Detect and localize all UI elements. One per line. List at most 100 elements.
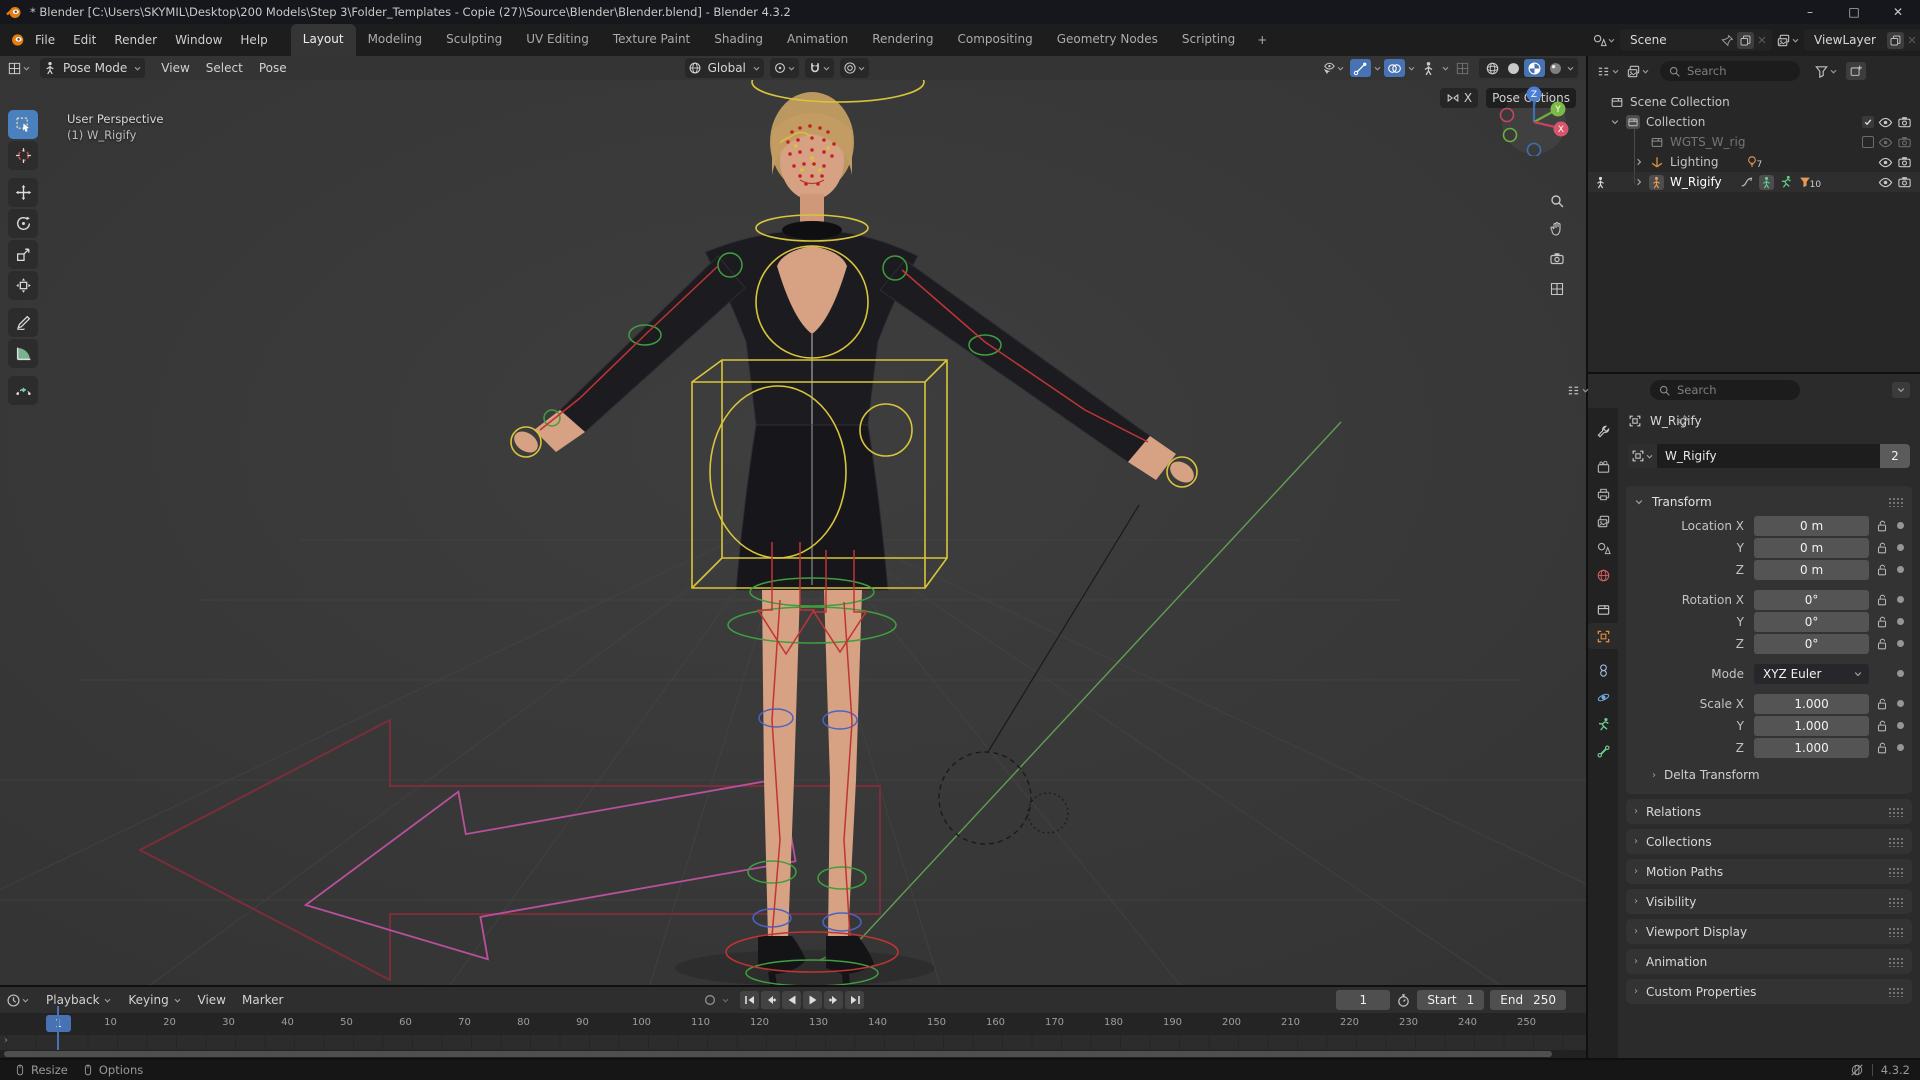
workspace-tab[interactable]: Animation xyxy=(775,24,860,56)
viewlayer-selector[interactable]: ViewLayer xyxy=(1804,29,1920,51)
drag-handle[interactable] xyxy=(1888,896,1904,907)
add-workspace-button[interactable]: + xyxy=(1247,33,1277,47)
shading-dropdown[interactable] xyxy=(1566,64,1575,73)
menu-file[interactable]: File xyxy=(26,24,64,56)
frame-start-field[interactable]: Start 1 xyxy=(1417,990,1485,1010)
menu-help[interactable]: Help xyxy=(231,24,276,56)
workspace-tab[interactable]: Texture Paint xyxy=(601,24,702,56)
outliner-filter-button[interactable] xyxy=(1814,64,1838,79)
collection-checkbox[interactable] xyxy=(1862,116,1874,128)
workspace-tab[interactable]: Rendering xyxy=(860,24,945,56)
tab-view-layer[interactable] xyxy=(1588,508,1618,534)
jump-to-end-button[interactable] xyxy=(845,991,864,1009)
new-viewlayer-icon[interactable] xyxy=(1887,31,1904,49)
animate-dot[interactable] xyxy=(1897,744,1904,751)
animate-dot[interactable] xyxy=(1897,640,1904,647)
play-reverse-button[interactable] xyxy=(782,991,801,1009)
object-name-field[interactable]: W_Rigify xyxy=(1657,444,1880,468)
outliner-display-mode[interactable] xyxy=(1596,64,1620,79)
tool-rotate[interactable] xyxy=(8,209,38,238)
remove-viewlayer-icon[interactable] xyxy=(1906,34,1918,46)
tool-cursor[interactable] xyxy=(8,141,38,170)
playhead-line[interactable] xyxy=(57,1006,59,1050)
tab-world[interactable] xyxy=(1588,562,1618,588)
value-field[interactable]: 1.000 xyxy=(1754,715,1870,736)
value-field[interactable]: 0 m xyxy=(1754,537,1870,558)
jump-to-start-button[interactable] xyxy=(740,991,759,1009)
snapping[interactable] xyxy=(804,58,834,78)
hide-eye-icon[interactable] xyxy=(1878,135,1893,150)
outliner-row-collection[interactable]: Collection xyxy=(1588,112,1920,132)
animate-dot[interactable] xyxy=(1897,596,1904,603)
drag-handle[interactable] xyxy=(1888,497,1904,507)
shading-solid-button[interactable] xyxy=(1503,59,1524,77)
keying-dropdown[interactable] xyxy=(721,996,730,1005)
object-visibility-button[interactable] xyxy=(1318,59,1348,77)
pan-view-icon[interactable] xyxy=(1546,218,1568,240)
new-scene-icon[interactable] xyxy=(1737,31,1754,49)
value-field[interactable]: 1.000 xyxy=(1754,737,1870,758)
outliner-search[interactable] xyxy=(1660,61,1800,81)
value-field[interactable]: 0 m xyxy=(1754,515,1870,536)
drag-handle[interactable] xyxy=(1888,926,1904,937)
pin-icon[interactable] xyxy=(1676,414,1690,428)
drag-handle[interactable] xyxy=(1888,986,1904,997)
lock-icon[interactable] xyxy=(1875,697,1889,711)
collapsed-panel[interactable]: › Collections xyxy=(1626,829,1912,854)
outliner-row-wgts[interactable]: WGTS_W_rig xyxy=(1588,132,1920,152)
tool-annotate[interactable] xyxy=(8,308,38,337)
value-field[interactable]: 0 m xyxy=(1754,559,1870,580)
tab-physics[interactable] xyxy=(1588,684,1618,710)
drag-handle[interactable] xyxy=(1888,956,1904,967)
auto-keying-toggle[interactable] xyxy=(700,991,719,1009)
animate-dot[interactable] xyxy=(1897,670,1904,677)
use-preview-range-icon[interactable] xyxy=(1396,993,1411,1008)
scene-type-icon[interactable] xyxy=(1592,33,1616,48)
drag-handle[interactable] xyxy=(1888,866,1904,877)
expand-icon[interactable] xyxy=(1634,157,1644,167)
workspace-tab[interactable]: UV Editing xyxy=(514,24,601,56)
workspace-tab[interactable]: Scripting xyxy=(1170,24,1247,56)
render-camera-icon[interactable] xyxy=(1897,175,1912,190)
tool-measure[interactable] xyxy=(8,339,38,368)
tab-collection[interactable] xyxy=(1588,596,1618,622)
transform-panel-header[interactable]: Transform xyxy=(1626,490,1912,514)
menu-marker[interactable]: Marker xyxy=(234,993,291,1007)
x-axis-mirror-toggle[interactable]: X xyxy=(1439,88,1479,108)
hide-eye-icon[interactable] xyxy=(1878,175,1893,190)
pin-icon[interactable] xyxy=(1721,34,1734,47)
lock-icon[interactable] xyxy=(1875,615,1889,629)
prev-keyframe-button[interactable] xyxy=(761,991,780,1009)
frame-end-field[interactable]: End 250 xyxy=(1490,990,1566,1010)
animate-dot[interactable] xyxy=(1897,544,1904,551)
menu-select[interactable]: Select xyxy=(198,61,251,75)
shading-material-button[interactable] xyxy=(1524,59,1545,77)
scene-selector[interactable]: Scene xyxy=(1620,29,1772,51)
delta-transform-panel[interactable]: › Delta Transform xyxy=(1626,764,1912,786)
mode-selector[interactable]: Pose Mode xyxy=(40,58,146,78)
value-field[interactable]: 0° xyxy=(1754,611,1870,632)
gizmo-dropdown[interactable] xyxy=(1373,64,1382,73)
menu-keying[interactable]: Keying xyxy=(120,993,189,1007)
outliner-row-wrigify[interactable]: W_Rigify 10 xyxy=(1588,172,1920,192)
menu-render[interactable]: Render xyxy=(105,24,166,56)
zoom-view-icon[interactable] xyxy=(1546,190,1568,212)
timeline-ruler[interactable]: 10 20 30 40 50 60 70 80 90 100 110 120 130 140 150 160 1… xyxy=(0,1013,1586,1035)
workspace-tab[interactable]: Modeling xyxy=(356,24,435,56)
workspace-tab[interactable]: Sculpting xyxy=(434,24,514,56)
tab-tool[interactable] xyxy=(1588,418,1618,444)
blender-menu-icon[interactable] xyxy=(8,31,26,49)
timeline-channels[interactable]: › xyxy=(0,1035,1586,1050)
tab-bone[interactable] xyxy=(1588,738,1618,764)
collapsed-panel[interactable]: › Viewport Display xyxy=(1626,919,1912,944)
shading-rendered-button[interactable] xyxy=(1545,59,1566,77)
toggle-ortho-icon[interactable] xyxy=(1546,278,1568,300)
render-camera-icon[interactable] xyxy=(1897,115,1912,130)
tool-scale[interactable] xyxy=(8,240,38,269)
collection-checkbox[interactable] xyxy=(1862,136,1874,148)
animate-dot[interactable] xyxy=(1897,522,1904,529)
animate-dot[interactable] xyxy=(1897,566,1904,573)
tab-output[interactable] xyxy=(1588,481,1618,507)
xray-dropdown[interactable] xyxy=(1441,64,1450,73)
lock-icon[interactable] xyxy=(1875,519,1889,533)
